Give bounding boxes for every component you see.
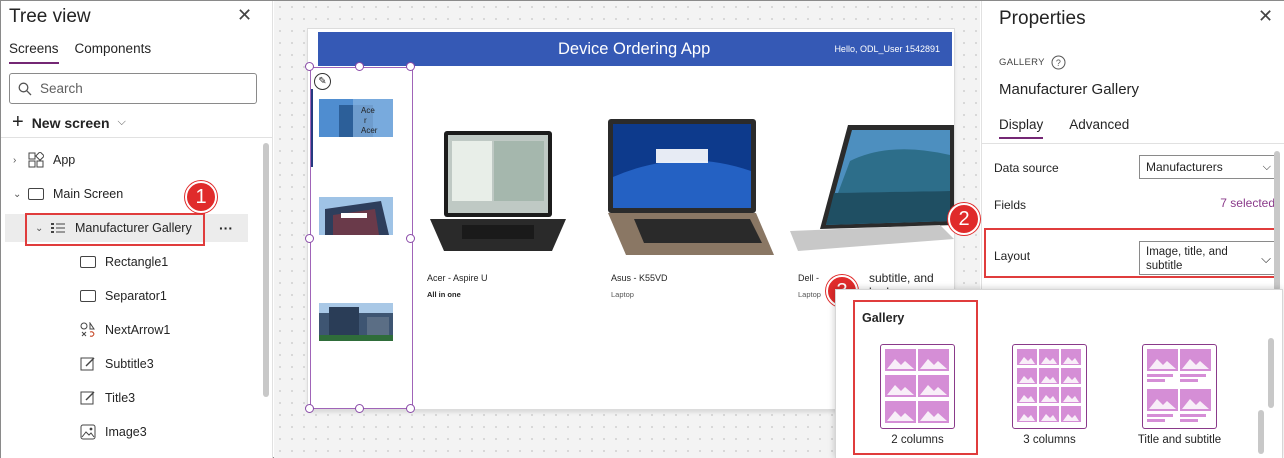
layout-option-title-and-subtitle[interactable] <box>1142 344 1217 429</box>
tree-node-label: Image3 <box>105 425 147 439</box>
tree-node-label: NextArrow1 <box>105 323 171 337</box>
step-badge-2: 2 <box>948 203 980 235</box>
data-source-select[interactable]: Manufacturers ⌵ <box>1139 155 1278 179</box>
tree-node-separator1[interactable]: Separator1 <box>79 282 167 310</box>
tree-node-rectangle1[interactable]: Rectangle1 <box>79 248 168 276</box>
screen-icon <box>27 186 45 202</box>
step-badge-1: 1 <box>185 181 217 213</box>
edit-text-icon <box>79 390 97 406</box>
control-name: Manufacturer Gallery <box>999 81 1140 98</box>
resize-handle[interactable] <box>406 404 415 413</box>
resize-handle[interactable] <box>305 62 314 71</box>
resize-handle[interactable] <box>406 62 415 71</box>
highlight-box-2 <box>984 228 1280 278</box>
chevron-right-icon: › <box>13 154 17 166</box>
three-columns-layout-icon <box>1017 349 1081 422</box>
shapes-icon <box>79 322 97 338</box>
properties-tabs: Display Advanced <box>999 117 1129 139</box>
data-source-value: Manufacturers <box>1146 160 1223 174</box>
tab-components[interactable]: Components <box>75 41 152 64</box>
product-subtitle: All in one <box>427 290 461 299</box>
tab-display[interactable]: Display <box>999 117 1044 139</box>
tree-scrollbar[interactable] <box>263 143 269 397</box>
edit-text-icon <box>79 356 97 372</box>
resize-handle[interactable] <box>355 62 364 71</box>
chevron-down-icon: ⌄ <box>13 188 22 200</box>
divider <box>982 143 1284 144</box>
chevron-down-icon: ⌵ <box>117 116 126 128</box>
search-icon <box>18 82 32 95</box>
tree-node-title3[interactable]: Title3 <box>79 384 135 412</box>
product-title: Acer - Aspire U <box>427 273 488 283</box>
fields-selected-link[interactable]: 7 selected <box>1220 196 1275 210</box>
layout-dropdown-menu: Gallery 2 columns 3 columns Title and su… <box>835 289 1283 458</box>
tree-view-panel: Tree view ✕ Screens Components Search + … <box>1 1 273 458</box>
tree-node-subtitle3[interactable]: Subtitle3 <box>79 350 154 378</box>
product-image-asus <box>608 119 774 255</box>
control-type: GALLERY ? <box>999 55 1066 70</box>
edit-pencil-icon[interactable]: ✎ <box>314 73 331 90</box>
product-subtitle: Laptop <box>611 290 634 299</box>
tree-view-title: Tree view <box>9 6 91 27</box>
gallery-selection-frame[interactable] <box>310 67 413 409</box>
rectangle-icon <box>79 288 97 304</box>
image-icon <box>79 424 97 440</box>
resize-handle[interactable] <box>355 404 364 413</box>
tree-node-label: Title3 <box>105 391 136 405</box>
product-image-acer <box>430 131 566 251</box>
resize-handle[interactable] <box>305 404 314 413</box>
dropdown-scrollbar-inner[interactable] <box>1258 410 1264 454</box>
tree-node-app[interactable]: › App <box>13 146 75 174</box>
tree-node-nextarrow1[interactable]: NextArrow1 <box>79 316 170 344</box>
tree-node-label: Main Screen <box>53 187 124 201</box>
tree-tabs: Screens Components <box>9 41 151 64</box>
tree-node-main-screen[interactable]: ⌄ Main Screen <box>13 180 123 208</box>
tree-node-label: Separator1 <box>105 289 167 303</box>
title-subtitle-layout-icon <box>1147 349 1211 422</box>
tree-node-label: Rectangle1 <box>105 255 169 269</box>
highlight-box-3 <box>853 300 978 455</box>
tree-node-label: Subtitle3 <box>105 357 154 371</box>
product-title: Dell - <box>798 273 820 283</box>
data-source-label: Data source <box>994 161 1059 175</box>
app-header-bar: Device Ordering App Hello, ODL_User 1542… <box>318 32 952 66</box>
control-type-label: GALLERY <box>999 57 1045 68</box>
new-screen-label: New screen <box>31 114 110 131</box>
search-placeholder: Search <box>40 81 83 96</box>
fields-label: Fields <box>994 198 1027 212</box>
layout-option-label: 3 columns <box>1023 434 1076 446</box>
user-greeting: Hello, ODL_User 1542891 <box>834 44 940 54</box>
rectangle-icon <box>79 254 97 270</box>
plus-icon: + <box>12 111 24 133</box>
close-icon[interactable]: ✕ <box>1258 6 1273 27</box>
app-title: Device Ordering App <box>558 40 711 58</box>
divider <box>1 137 273 138</box>
search-input[interactable]: Search <box>9 73 257 104</box>
resize-handle[interactable] <box>406 234 415 243</box>
new-screen-button[interactable]: + New screen ⌵ <box>12 111 126 134</box>
chevron-down-icon: ⌵ <box>1262 160 1271 173</box>
tree-node-label: App <box>53 153 76 167</box>
highlight-box-1 <box>25 213 205 246</box>
product-title: Asus - K55VD <box>611 273 668 283</box>
help-icon[interactable]: ? <box>1051 55 1066 70</box>
tab-screens[interactable]: Screens <box>9 41 59 64</box>
product-image-dell <box>790 125 954 251</box>
layout-option-3-columns[interactable] <box>1012 344 1087 429</box>
svg-text:?: ? <box>1056 58 1061 68</box>
app-icon <box>27 152 45 168</box>
tree-node-image3[interactable]: Image3 <box>79 418 147 446</box>
dropdown-scrollbar[interactable] <box>1268 338 1274 408</box>
tab-advanced[interactable]: Advanced <box>1069 117 1129 139</box>
product-subtitle: Laptop <box>798 290 821 299</box>
close-icon[interactable]: ✕ <box>237 5 252 26</box>
resize-handle[interactable] <box>305 234 314 243</box>
layout-option-label: Title and subtitle <box>1137 434 1222 446</box>
properties-scrollbar[interactable] <box>1274 151 1280 291</box>
more-options-icon[interactable]: ··· <box>219 220 233 236</box>
properties-title: Properties <box>999 8 1086 29</box>
